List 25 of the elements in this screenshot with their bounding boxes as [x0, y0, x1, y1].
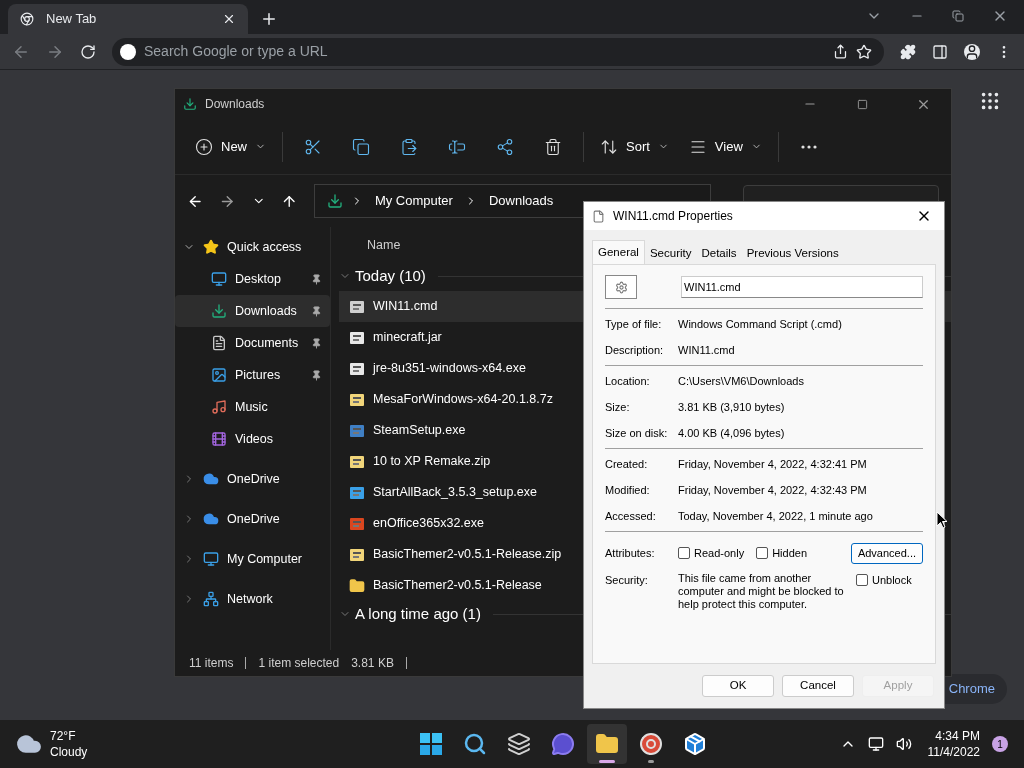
property-label: Size: — [605, 399, 631, 415]
property-label: Modified: — [605, 482, 651, 498]
property-value: Windows Command Script (.cmd) — [678, 316, 842, 332]
property-value: C:\Users\VM6\Downloads — [678, 373, 804, 389]
item-count: 11 items — [189, 655, 234, 672]
property-label: Description: — [605, 342, 665, 358]
selection-size: 3.81 KB — [351, 655, 394, 672]
property-value: 3.81 KB (3,910 bytes) — [678, 399, 785, 415]
property-value: WIN11.cmd — [678, 342, 735, 358]
property-label: Type of file: — [605, 316, 663, 332]
window-title: Downloads — [205, 96, 266, 113]
property-label: Accessed: — [605, 508, 657, 524]
property-value: Today, November 4, 2022, 1 minute ago — [678, 508, 873, 524]
property-value: Friday, November 4, 2022, 4:32:43 PM — [678, 482, 867, 498]
property-label: Attributes: — [605, 545, 656, 561]
selection-status: 1 item selected — [258, 655, 340, 672]
property-label: Size on disk: — [605, 425, 669, 441]
weather-condition: Cloudy — [50, 744, 88, 760]
property-label: Created: — [605, 456, 649, 472]
property-value: 4.00 KB (4,096 bytes) — [678, 425, 785, 441]
property-label: Location: — [605, 373, 651, 389]
property-label: Security: — [605, 573, 649, 588]
security-message: This file came from another computer and might be blocked to help protect this computer. — [678, 572, 845, 611]
property-value: Friday, November 4, 2022, 4:32:41 PM — [678, 456, 867, 472]
temperature: 72°F — [50, 728, 77, 744]
